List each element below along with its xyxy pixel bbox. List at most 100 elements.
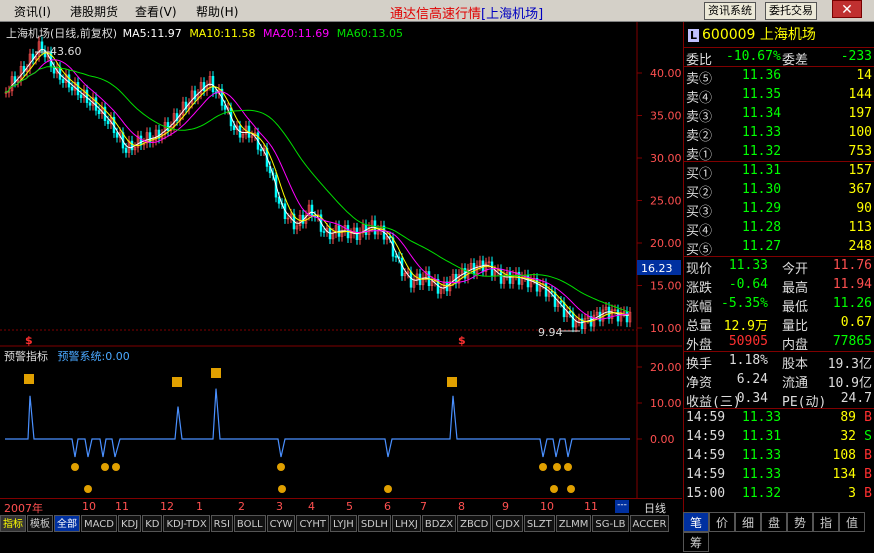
bid-row: 买⑤ 11.27 248	[684, 238, 874, 258]
candle-body	[70, 86, 74, 91]
trade-button[interactable]: 委托交易	[765, 2, 817, 20]
indicator-tab-macd[interactable]: MACD	[81, 515, 117, 532]
candle-body	[97, 110, 101, 114]
indicator-tab-模板[interactable]: 模板	[27, 515, 53, 532]
fund-label: 流通	[782, 376, 809, 391]
ask-volume: 144	[848, 87, 872, 102]
tick-price: 11.33	[742, 467, 782, 482]
quote-tab[interactable]: 价	[709, 512, 735, 532]
low-label: 9.94	[538, 326, 563, 339]
indicator-tab-rsi[interactable]: RSI	[210, 515, 233, 532]
indicator-tab-kd[interactable]: KD	[142, 515, 163, 532]
month-label: 11	[584, 500, 598, 513]
tick-time: 14:59	[686, 448, 726, 463]
signal-tick-label: 10.00	[650, 397, 682, 410]
tick-row: 14:59 11.33 134 B	[684, 466, 874, 485]
fund-label: 收益(三)	[686, 395, 741, 410]
indicator-tab-slzt[interactable]: SLZT	[523, 515, 555, 532]
ask-row: 卖④ 11.35 144	[684, 86, 874, 106]
indicator-tab-sdlh[interactable]: SDLH	[357, 515, 391, 532]
indicator-tab-zbcd[interactable]: ZBCD	[457, 515, 492, 532]
stat-row: 涨幅 -5.35% 最低 11.26	[684, 295, 874, 315]
candle-body	[598, 311, 602, 322]
indicator-tab-cjdx[interactable]: CJDX	[492, 515, 523, 532]
fund-row: 净资 6.24 流通 10.9亿	[684, 371, 874, 391]
fund-value: 0.34	[736, 391, 768, 406]
stat-value: 77865	[832, 334, 872, 349]
quote-tab[interactable]: 盘	[761, 512, 787, 532]
tick-side: S	[864, 429, 872, 444]
tick-time: 14:59	[686, 410, 726, 425]
stat-value: 11.94	[832, 277, 872, 292]
stat-label: 内盘	[782, 338, 809, 353]
indicator-tab-sg-lb[interactable]: SG-LB	[592, 515, 629, 532]
menu-help[interactable]: 帮助(H)	[196, 3, 238, 20]
stat-value: 0.67	[840, 315, 872, 330]
price-tick-label: 30.00	[650, 152, 682, 165]
indicator-tab-cyht[interactable]: CYHT	[296, 515, 329, 532]
bid-price: 11.27	[742, 239, 782, 254]
buy-signal-icon	[447, 377, 457, 387]
indicator-tab-zlmm[interactable]: ZLMM	[555, 515, 592, 532]
stat-value: 11.33	[728, 258, 768, 273]
quote-tab[interactable]: 细	[735, 512, 761, 532]
close-icon[interactable]: ✕	[832, 0, 862, 18]
stat-label: 涨跌	[686, 281, 713, 296]
tick-row: 14:59 11.31 32 S	[684, 428, 874, 447]
sell-signal-icon	[567, 485, 575, 493]
candle-body	[124, 147, 128, 153]
info-system-button[interactable]: 资讯系统	[704, 2, 756, 20]
stat-value: 11.26	[832, 296, 872, 311]
stat-label: 外盘	[686, 338, 713, 353]
quote-tab[interactable]: 指	[813, 512, 839, 532]
indicator-tab-全部[interactable]: 全部	[54, 515, 80, 532]
menu-info[interactable]: 资讯(I)	[14, 3, 51, 20]
quote-tab[interactable]: 值	[839, 512, 865, 532]
ask-volume: 100	[848, 125, 872, 140]
stat-label: 总量	[686, 319, 713, 334]
period-scroll-button[interactable]: ---	[615, 500, 629, 513]
quote-tab[interactable]: 笔	[683, 512, 709, 532]
menu-hk-futures[interactable]: 港股期货	[70, 3, 118, 20]
indicator-tab-lhxj[interactable]: LHXJ	[391, 515, 421, 532]
candle-body	[52, 66, 56, 74]
tick-side: B	[864, 486, 872, 501]
indicator-tab-指标[interactable]: 指标	[0, 515, 26, 532]
tick-side: B	[864, 410, 872, 425]
stock-title: L 600009 上海机场	[684, 22, 874, 48]
period-label[interactable]: 日线	[644, 500, 666, 516]
bid-row: 买② 11.30 367	[684, 181, 874, 201]
month-label: 5	[346, 500, 353, 513]
sell-signal-icon	[553, 463, 561, 471]
quote-tab[interactable]: 筹	[683, 532, 709, 552]
menu-view[interactable]: 查看(V)	[135, 3, 177, 20]
ask-label: 卖②	[686, 129, 713, 144]
candle-body	[310, 204, 314, 217]
indicator-tab-cyw[interactable]: CYW	[266, 515, 296, 532]
candle-body	[106, 120, 110, 125]
tick-price: 11.32	[742, 486, 782, 501]
indicator-tab-lyjh[interactable]: LYJH	[329, 515, 357, 532]
indicator-tab-boll[interactable]: BOLL	[233, 515, 266, 532]
ask-label: 卖④	[686, 91, 713, 106]
stat-row: 总量 12.9万 量比 0.67	[684, 314, 874, 334]
ask-row: 卖③ 11.34 197	[684, 105, 874, 125]
candle-body	[139, 135, 143, 146]
candle-body	[88, 102, 92, 106]
stat-value: -0.64	[728, 277, 768, 292]
indicator-tab-accer[interactable]: ACCER	[629, 515, 670, 532]
kline-chart[interactable]: 40.00 35.00 30.00 25.00 20.00 15.00 10.00 16.23…	[0, 22, 682, 498]
month-label: 6	[384, 500, 391, 513]
indicator-tab-kdj[interactable]: KDJ	[117, 515, 142, 532]
chart-area[interactable]: 40.00 35.00 30.00 25.00 20.00 15.00 10.00 16.23…	[0, 22, 682, 498]
signal-tick-label: 20.00	[650, 361, 682, 374]
tick-volume: 134	[832, 467, 856, 482]
indicator-tabs: 指标 模板 全部 MACD KDJ KD KDJ-TDX RSI BOLL CYW CYHT LYJH…	[0, 515, 682, 534]
indicator-tab-kdj-tdx[interactable]: KDJ-TDX	[163, 515, 210, 532]
quote-tab[interactable]: 势	[787, 512, 813, 532]
candle-body	[115, 132, 119, 138]
indicator-tab-bdzx[interactable]: BDZX	[421, 515, 457, 532]
fund-value: 19.3亿	[827, 357, 872, 372]
sell-signal-icon	[564, 463, 572, 471]
tick-volume: 108	[832, 448, 856, 463]
